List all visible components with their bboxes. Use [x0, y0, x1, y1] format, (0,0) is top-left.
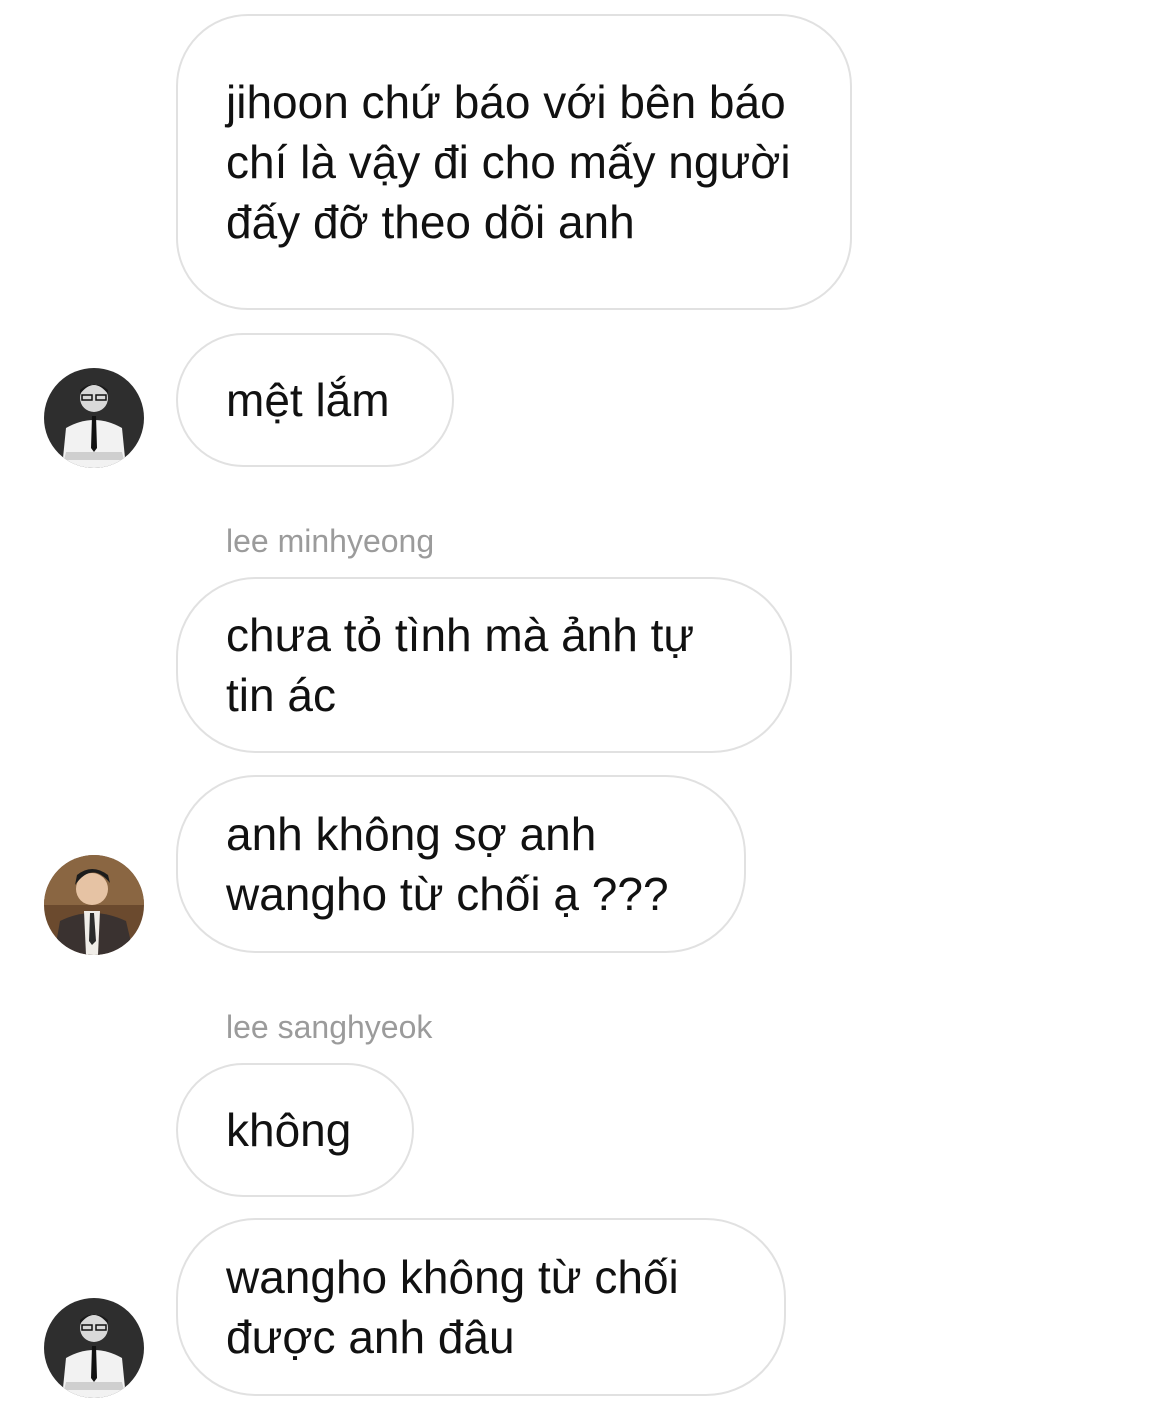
message-text: không	[226, 1104, 352, 1156]
message-text: wangho không từ chối được anh đâu	[226, 1251, 679, 1363]
message-text: chưa tỏ tình mà ảnh tự tin ác	[226, 609, 695, 721]
message-text: mệt lắm	[226, 374, 390, 426]
message-text: anh không sợ anh wangho từ chối ạ ???	[226, 808, 669, 920]
avatar[interactable]	[44, 855, 144, 955]
message-bubble[interactable]: anh không sợ anh wangho từ chối ạ ???	[176, 775, 746, 953]
avatar[interactable]	[44, 368, 144, 468]
message-bubble[interactable]: jihoon chứ báo với bên báo chí là vậy đi…	[176, 14, 852, 310]
message-bubble[interactable]: chưa tỏ tình mà ảnh tự tin ác	[176, 577, 792, 753]
sender-name: lee minhyeong	[226, 523, 435, 559]
avatar-photo-icon	[44, 1298, 144, 1398]
message-bubble[interactable]: wangho không từ chối được anh đâu	[176, 1218, 786, 1396]
avatar[interactable]	[44, 1298, 144, 1398]
message-text: jihoon chứ báo với bên báo chí là vậy đi…	[226, 76, 791, 248]
sender-name: lee sanghyeok	[226, 1009, 433, 1045]
message-bubble[interactable]: mệt lắm	[176, 333, 454, 467]
avatar-photo-icon	[44, 368, 144, 468]
message-bubble[interactable]: không	[176, 1063, 414, 1197]
avatar-photo-icon	[44, 855, 144, 955]
